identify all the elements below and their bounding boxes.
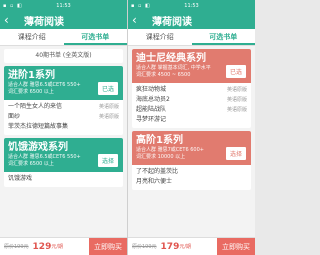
- status-bar: ▪ ▫ ◧ 11:53: [0, 0, 127, 11]
- book-title: 月亮和六便士: [136, 178, 173, 185]
- price-unit: 元/期: [51, 244, 64, 250]
- book-title: 寻梦环游记: [136, 116, 167, 123]
- book-item: 面纱 英语原版: [8, 112, 119, 122]
- tab-bar: 课程介绍 可选书单: [128, 29, 255, 46]
- choose-button[interactable]: 选择: [96, 153, 119, 168]
- series-card-header: 进阶1系列 适合人群 雅思6.5或CET6 550+ 词汇要求 6500 以上 …: [4, 66, 123, 100]
- issue-label: 40期书单 (全英文版): [4, 49, 123, 63]
- status-icons: ▪ ▫ ◧: [131, 3, 151, 9]
- tab-bar: 课程介绍 可选书单: [0, 29, 127, 46]
- book-item: 疯狂动物城 英语原版: [136, 85, 247, 95]
- book-tag: 英语原版: [98, 104, 119, 110]
- tab-course-intro[interactable]: 课程介绍: [128, 29, 192, 45]
- book-title: 海底总动员2: [136, 96, 170, 103]
- book-list: 疯狂动物城 英语原版 海底总动员2 英语原版 超能陆战队 英语原版 寻梦环游记: [132, 83, 251, 128]
- book-item: 菲茨杰拉德短篇故事集: [8, 122, 119, 132]
- price: 129: [32, 241, 52, 252]
- book-item: 一个陌生女人的来信 英语原版: [8, 102, 119, 112]
- content: 迪士尼经典系列 适合人群 掌握基本词汇, 中学水平 词汇要求 4500 ~ 65…: [128, 46, 255, 196]
- buy-now-button[interactable]: 立即购买: [217, 238, 255, 255]
- tab-book-list[interactable]: 可选书单: [63, 29, 127, 45]
- price-unit: 元/期: [179, 244, 192, 250]
- series-card-header: 饥饿游戏系列 适合人群 雅思6.5或CET6 550+ 词汇要求 6500 以上…: [4, 138, 123, 172]
- book-title: 一个陌生女人的来信: [8, 103, 63, 110]
- page-title: 薄荷阅读: [24, 16, 64, 28]
- book-item: 饥饿游戏: [8, 174, 119, 184]
- book-title: 超能陆战队: [136, 106, 167, 113]
- book-item: 了不起的盖茨比: [136, 167, 247, 177]
- original-price: 原价199元: [132, 244, 157, 250]
- book-item: 寻梦环游记: [136, 115, 247, 125]
- left-screen: ▪ ▫ ◧ 11:53 ‹ 薄荷阅读 课程介绍 可选书单 40期书单 (全英文版…: [0, 0, 127, 255]
- series-card: 饥饿游戏系列 适合人群 雅思6.5或CET6 550+ 词汇要求 6500 以上…: [4, 138, 123, 187]
- book-title: 了不起的盖茨比: [136, 168, 179, 175]
- page-title: 薄荷阅读: [152, 16, 192, 28]
- series-card-header: 高阶1系列 适合人群 雅思7或CET6 600+ 词汇要求 10000 以上 选…: [132, 131, 251, 165]
- book-tag: 英语原版: [226, 97, 247, 103]
- choose-button[interactable]: 选择: [224, 146, 247, 161]
- buy-now-button[interactable]: 立即购买: [89, 238, 127, 255]
- price: 179: [160, 241, 180, 252]
- content: 40期书单 (全英文版) 进阶1系列 适合人群 雅思6.5或CET6 550+ …: [0, 46, 127, 193]
- title-bar: ‹ 薄荷阅读: [128, 11, 255, 29]
- series-card-header: 迪士尼经典系列 适合人群 掌握基本词汇, 中学水平 词汇要求 4500 ~ 65…: [132, 49, 251, 83]
- series-card: 迪士尼经典系列 适合人群 掌握基本词汇, 中学水平 词汇要求 4500 ~ 65…: [132, 49, 251, 128]
- back-icon[interactable]: ‹: [4, 14, 16, 26]
- book-tag: 英语原版: [98, 114, 119, 120]
- book-tag: 英语原版: [226, 107, 247, 113]
- series-card: 高阶1系列 适合人群 雅思7或CET6 600+ 词汇要求 10000 以上 选…: [132, 131, 251, 190]
- selected-button[interactable]: 已选: [96, 81, 119, 96]
- tab-book-list[interactable]: 可选书单: [191, 29, 255, 45]
- original-price: 原价199元: [4, 244, 29, 250]
- book-tag: 英语原版: [226, 87, 247, 93]
- book-title: 饥饿游戏: [8, 175, 33, 182]
- book-list: 了不起的盖茨比 月亮和六便士: [132, 165, 251, 190]
- back-icon[interactable]: ‹: [132, 14, 144, 26]
- book-title: 面纱: [8, 113, 21, 120]
- right-screen: ▪ ▫ ◧ 11:53 ‹ 薄荷阅读 课程介绍 可选书单 迪士尼经典系列 适合人…: [128, 0, 255, 255]
- status-time: 11:53: [56, 2, 71, 9]
- book-title: 菲茨杰拉德短篇故事集: [8, 123, 69, 130]
- selected-button[interactable]: 已选: [224, 64, 247, 79]
- status-time: 11:53: [184, 2, 199, 9]
- book-list: 饥饿游戏: [4, 172, 123, 187]
- book-item: 超能陆战队 英语原版: [136, 105, 247, 115]
- book-item: 海底总动员2 英语原版: [136, 95, 247, 105]
- series-card: 进阶1系列 适合人群 雅思6.5或CET6 550+ 词汇要求 6500 以上 …: [4, 66, 123, 135]
- book-list: 一个陌生女人的来信 英语原版 面纱 英语原版 菲茨杰拉德短篇故事集: [4, 100, 123, 135]
- book-item: 月亮和六便士: [136, 177, 247, 187]
- status-icons: ▪ ▫ ◧: [3, 3, 23, 9]
- purchase-bar: 原价199元 179 元/期 立即购买: [128, 237, 255, 255]
- title-bar: ‹ 薄荷阅读: [0, 11, 127, 29]
- book-title: 疯狂动物城: [136, 86, 167, 93]
- status-bar: ▪ ▫ ◧ 11:53: [128, 0, 255, 11]
- tab-course-intro[interactable]: 课程介绍: [0, 29, 64, 45]
- purchase-bar: 原价199元 129 元/期 立即购买: [0, 237, 127, 255]
